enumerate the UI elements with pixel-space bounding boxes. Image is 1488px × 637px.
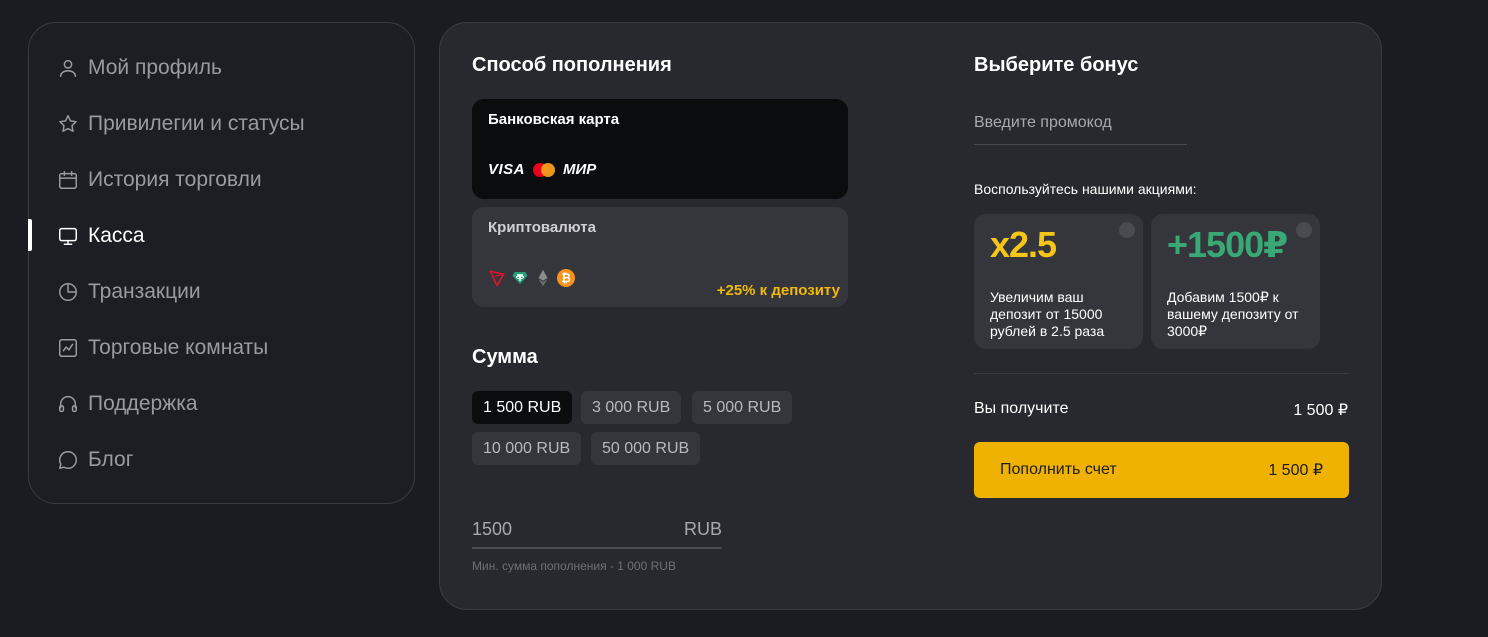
sidebar-item-label: История торговли [88, 168, 262, 191]
method-label: Криптовалюта [488, 219, 596, 236]
amount-chip[interactable]: 10 000 RUB [472, 432, 582, 465]
bonus-title: Выберите бонус [974, 54, 1139, 76]
radio-button[interactable] [1119, 222, 1135, 238]
monitor-icon [57, 225, 79, 247]
sidebar-item-label: Торговые комнаты [88, 336, 269, 359]
promo-field [974, 107, 1187, 145]
visa-logo: VISA [488, 161, 526, 178]
amount-chip[interactable]: 5 000 RUB [692, 391, 793, 424]
sidebar-item-history[interactable]: История торговли [57, 164, 262, 196]
radio-button[interactable] [1296, 222, 1312, 238]
user-icon [57, 57, 79, 79]
bitcoin-icon: ₿ [557, 269, 575, 287]
sidebar-item-blog[interactable]: Блог [57, 444, 133, 476]
amount-chip[interactable]: 3 000 RUB [581, 391, 682, 424]
calendar-icon [57, 169, 79, 191]
top-up-button-label: Пополнить счет [1000, 461, 1117, 478]
active-indicator [28, 219, 32, 251]
sidebar-item-label: Поддержка [88, 392, 198, 415]
promo-label: Воспользуйтесь нашими акциями: [974, 181, 1197, 197]
top-up-button[interactable]: Пополнить счет 1 500 ₽ [974, 442, 1349, 498]
card-logos: VISA МИР [488, 161, 596, 178]
method-bank-card[interactable]: Банковская карта VISA МИР [472, 99, 848, 199]
amount-title: Сумма [472, 346, 538, 368]
sidebar-item-label: Мой профиль [88, 56, 222, 79]
headphones-icon [57, 393, 79, 415]
sidebar-item-label: Привилегии и статусы [88, 112, 305, 135]
divider [974, 373, 1349, 374]
promo-code-input[interactable] [974, 107, 1187, 139]
crypto-logos: ₿ [488, 269, 575, 287]
pie-chart-icon [57, 281, 79, 303]
promo-card-description: Добавим 1500₽ к вашему депозиту от 3000₽ [1167, 289, 1299, 339]
sidebar-item-profile[interactable]: Мой профиль [57, 52, 222, 84]
promo-card-1500[interactable]: +1500₽ Добавим 1500₽ к вашему депозиту о… [1151, 214, 1320, 349]
sidebar-item-support[interactable]: Поддержка [57, 388, 198, 420]
receive-value: 1 500 ₽ [1293, 402, 1348, 419]
sidebar-item-trading-rooms[interactable]: Торговые комнаты [57, 332, 268, 364]
chat-bubble-icon [57, 449, 79, 471]
amount-input[interactable] [472, 518, 622, 540]
receive-label: Вы получите [974, 400, 1069, 417]
mir-logo: МИР [563, 161, 597, 178]
promo-card-x2-5[interactable]: x2.5 Увеличим ваш депозит от 15000 рубле… [974, 214, 1143, 349]
sidebar-item-privileges[interactable]: Привилегии и статусы [57, 108, 305, 140]
tether-icon [511, 269, 529, 287]
sidebar-item-label: Блог [88, 448, 134, 471]
crypto-bonus-badge: +25% к депозиту [716, 282, 840, 299]
mastercard-icon [533, 162, 556, 177]
top-up-button-amount: 1 500 ₽ [1268, 462, 1323, 479]
sidebar: Мой профиль Привилегии и статусы История… [28, 22, 415, 504]
deposit-panel: Способ пополнения Банковская карта VISA … [439, 22, 1382, 610]
amount-field: RUB [472, 511, 722, 549]
sidebar-item-cashier[interactable]: Касса [57, 220, 145, 252]
sidebar-item-label: Транзакции [88, 280, 201, 303]
min-amount-note: Мин. сумма пополнения - 1 000 RUB [472, 559, 676, 573]
star-icon [57, 113, 79, 135]
currency-label: RUB [683, 518, 722, 539]
tron-icon [488, 269, 506, 287]
sidebar-item-label: Касса [88, 224, 145, 247]
amount-chip[interactable]: 1 500 RUB [472, 391, 573, 424]
sidebar-item-transactions[interactable]: Транзакции [57, 276, 201, 308]
promo-card-headline: +1500₽ [1167, 224, 1288, 265]
chart-line-icon [57, 337, 79, 359]
promo-card-description: Увеличим ваш депозит от 15000 рублей в 2… [990, 289, 1105, 339]
method-label: Банковская карта [488, 111, 620, 128]
amount-chip[interactable]: 50 000 RUB [591, 432, 701, 465]
method-title: Способ пополнения [472, 54, 672, 76]
method-crypto[interactable]: Криптовалюта ₿ +25% к депозиту [472, 207, 848, 307]
promo-card-headline: x2.5 [990, 224, 1057, 265]
ethereum-icon [534, 269, 552, 287]
